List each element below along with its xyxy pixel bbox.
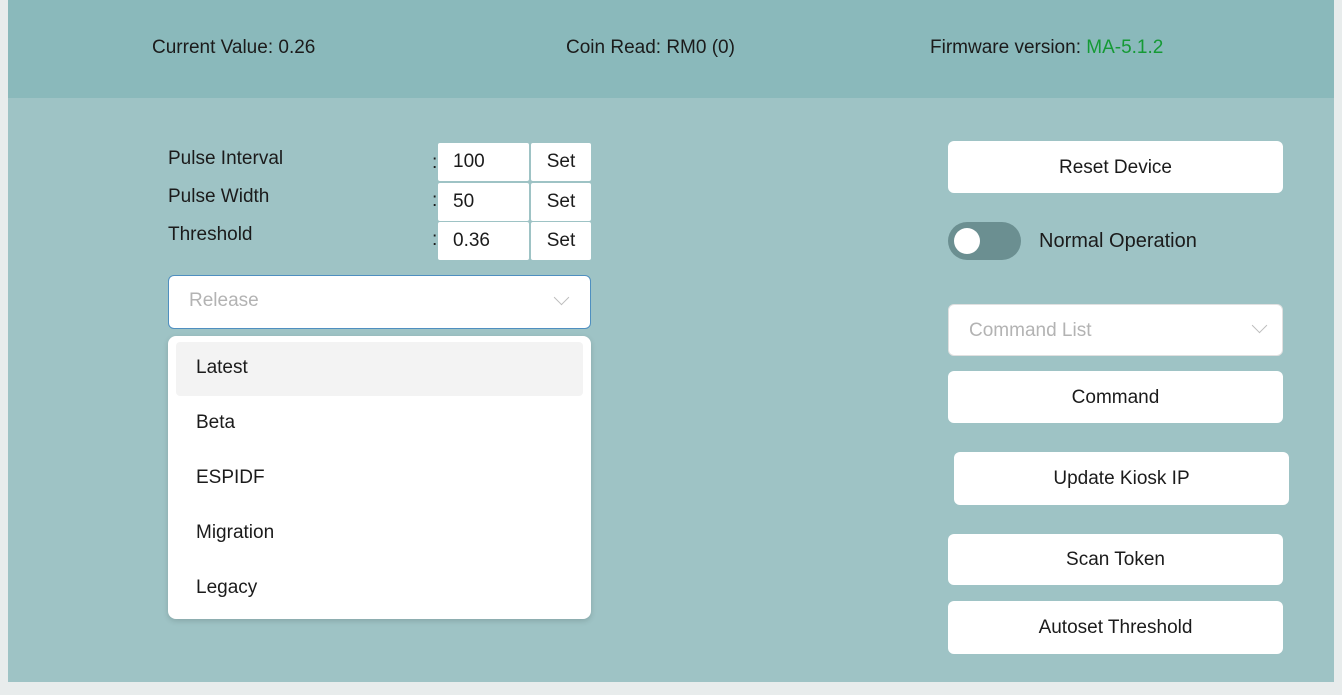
chevron-down-icon (553, 289, 570, 306)
firmware-version: Firmware version: MA-5.1.2 (930, 37, 1163, 59)
chevron-down-icon (1251, 317, 1268, 334)
pulse-interval-colon: : (432, 152, 438, 173)
release-dropdown-list: Latest Beta ESPIDF Migration Legacy (168, 336, 591, 619)
command-list-placeholder: Command List (969, 320, 1092, 341)
release-option-espidf[interactable]: ESPIDF (176, 452, 583, 506)
command-list-select[interactable]: Command List (948, 304, 1283, 356)
toggle-knob (954, 228, 980, 254)
threshold-label: Threshold (168, 224, 253, 245)
pulse-width-label: Pulse Width (168, 186, 270, 207)
release-option-migration[interactable]: Migration (176, 507, 583, 561)
threshold-set-button[interactable]: Set (531, 222, 591, 260)
normal-operation-toggle[interactable] (948, 222, 1021, 260)
autoset-threshold-button[interactable]: Autoset Threshold (948, 601, 1283, 654)
threshold-input[interactable]: 0.36 (438, 222, 529, 260)
update-kiosk-ip-button[interactable]: Update Kiosk IP (954, 452, 1289, 505)
pulse-interval-set-button[interactable]: Set (531, 143, 591, 181)
threshold-colon: : (432, 229, 438, 250)
release-option-latest[interactable]: Latest (176, 342, 583, 396)
release-option-beta[interactable]: Beta (176, 397, 583, 451)
coin-read-text: Coin Read: RM0 (0) (566, 37, 735, 58)
release-option-legacy[interactable]: Legacy (176, 562, 583, 616)
firmware-value: MA-5.1.2 (1086, 37, 1164, 58)
firmware-label: Firmware version: (930, 37, 1087, 58)
pulse-interval-label: Pulse Interval (168, 148, 284, 169)
pulse-interval-input[interactable]: 100 (438, 143, 529, 181)
normal-operation-label: Normal Operation (1039, 230, 1197, 252)
pulse-width-set-button[interactable]: Set (531, 183, 591, 221)
pulse-width-input[interactable]: 50 (438, 183, 529, 221)
release-select[interactable]: Release (168, 275, 591, 329)
release-placeholder: Release (189, 290, 259, 311)
command-button[interactable]: Command (948, 371, 1283, 423)
pulse-width-colon: : (432, 190, 438, 211)
reset-device-button[interactable]: Reset Device (948, 141, 1283, 193)
current-value-text: Current Value: 0.26 (152, 37, 316, 58)
scan-token-button[interactable]: Scan Token (948, 534, 1283, 585)
